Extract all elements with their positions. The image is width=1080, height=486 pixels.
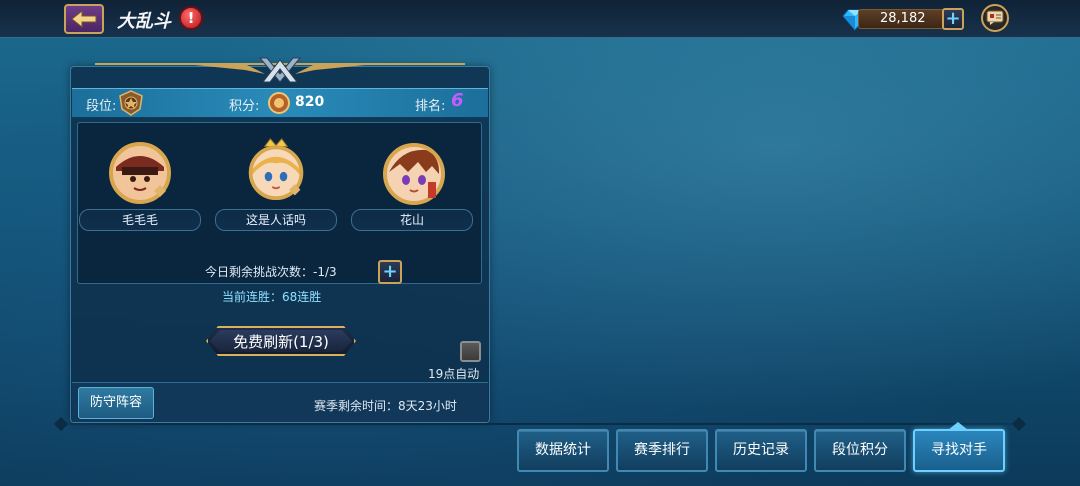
divider-diamond: [1011, 416, 1027, 432]
points-label: 积分:: [229, 99, 260, 114]
back-arrow-icon: [71, 9, 97, 29]
tab-history[interactable]: 历史记录: [715, 429, 807, 472]
tab-data-stats[interactable]: 数据统计: [517, 429, 609, 472]
points-coin-icon: [268, 92, 290, 114]
challenge-remaining-text: 今日剩余挑战次数：-1/3: [205, 265, 337, 279]
opponent-avatar[interactable]: [244, 137, 308, 201]
chat-icon: [986, 10, 1004, 25]
bottom-divider: [60, 423, 1022, 425]
defense-lineup-button[interactable]: 防守阵容: [78, 387, 154, 419]
points-value: 820: [295, 94, 325, 110]
opponent-name-plate: 毛毛毛: [79, 209, 201, 231]
free-refresh-button[interactable]: 免费刷新(1/3): [206, 326, 356, 356]
divider-diamond: [53, 416, 69, 432]
season-remaining-text: 赛季剩余时间：8天23小时: [314, 399, 457, 413]
free-refresh-label: 免费刷新(1/3): [233, 332, 329, 351]
tab-season-ranking[interactable]: 赛季排行: [616, 429, 708, 472]
auto-label: 19点自动: [428, 367, 480, 381]
rank-label: 段位:: [86, 99, 117, 114]
opponent-avatar[interactable]: [108, 141, 172, 205]
add-challenge-button[interactable]: +: [378, 260, 402, 284]
page-title: 大乱斗: [117, 11, 171, 32]
opponent-name-plate: 花山: [351, 209, 473, 231]
chat-button[interactable]: [981, 4, 1009, 32]
exclamation-icon[interactable]: !: [179, 6, 203, 30]
auto-checkbox[interactable]: [460, 341, 481, 362]
win-streak-text: 当前连胜：68连胜: [222, 290, 322, 304]
tab-rank-points[interactable]: 段位积分: [814, 429, 906, 472]
place-value: 6: [451, 90, 464, 111]
add-currency-button[interactable]: +: [942, 8, 964, 30]
find-opponent-button[interactable]: 寻找对手: [913, 429, 1005, 472]
rank-badge-icon: [119, 90, 143, 116]
opponent-avatar[interactable]: [382, 142, 446, 206]
opponent-name-plate: 这是人话吗: [215, 209, 337, 231]
crossed-swords-ornament: [95, 57, 465, 83]
currency-amount: 28,182: [880, 11, 926, 26]
place-label: 排名:: [415, 99, 446, 114]
back-button[interactable]: [64, 4, 104, 34]
